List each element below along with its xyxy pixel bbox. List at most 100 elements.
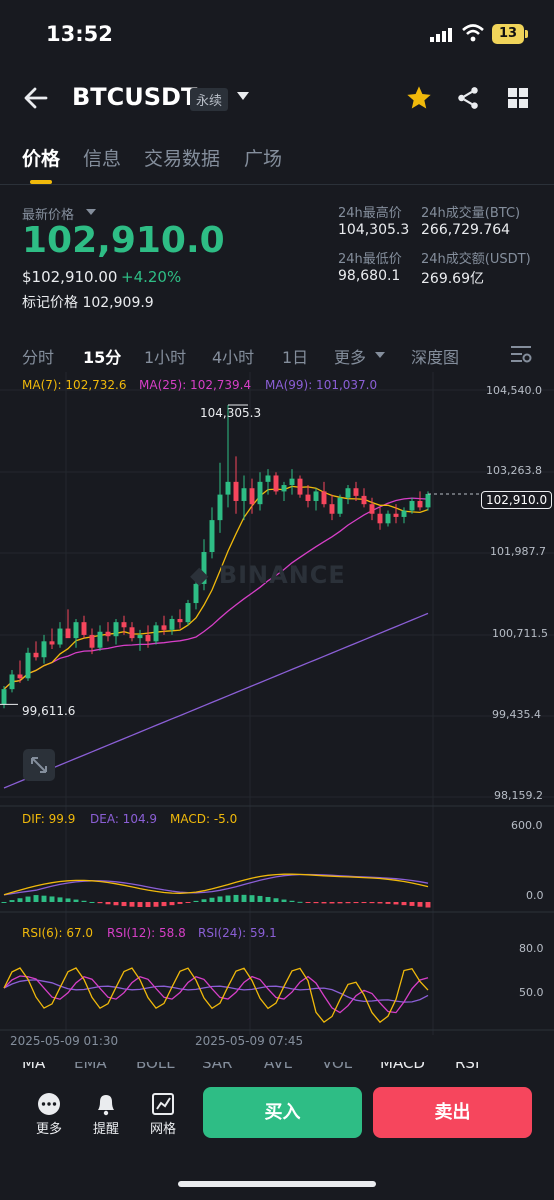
more-label[interactable]: 更多 [29,1118,69,1137]
candle-body [17,674,23,679]
candle-body [385,513,391,524]
candle-body [257,481,263,505]
candle-body [217,494,223,521]
candle-body [409,500,415,511]
candle-body [417,500,423,508]
indicator-tab-macd[interactable]: MACD [380,1062,425,1072]
mark-price-label: 标记价格 [22,295,78,311]
candle-body [345,488,351,498]
macd-histogram-bar [209,897,215,902]
macd-histogram-bar [81,900,87,902]
macd-axis-label: 600.0 [511,819,543,832]
bell-icon[interactable] [93,1092,119,1116]
macd-histogram-bar [409,902,415,906]
macd-histogram-bar [297,901,303,903]
rsi-axis-label: 50.0 [519,986,544,999]
macd-histogram-bar [57,897,63,902]
last-price: 102,910.0 [22,220,225,261]
ma99-legend: MA(99): 101,037.0 [265,378,378,392]
interval-more[interactable]: 更多 [334,344,366,368]
indicator-tab-sar[interactable]: SAR [202,1062,232,1072]
indicator-tab-vol[interactable]: VOL [322,1062,352,1072]
expand-icon[interactable] [23,749,55,781]
macd-histogram-bar [9,900,15,902]
more-icon[interactable] [36,1092,62,1116]
macd-histogram-bar [417,902,423,907]
interval-4h[interactable]: 4小时 [212,344,254,368]
macd-histogram-bar [329,902,335,904]
candle-body [145,634,151,642]
ma99-line [3,612,429,789]
price-chart[interactable] [0,370,554,1060]
candle-body [249,488,255,505]
mark-price-value: 102,909.9 [82,295,154,311]
symbol-title[interactable]: BTCUSDT [72,83,197,111]
share-icon[interactable] [455,85,481,111]
interval-15m[interactable]: 15分 [83,344,121,368]
tab-trading-data[interactable]: 交易数据 [144,144,220,171]
candle-body [57,628,63,645]
interval-1h[interactable]: 1小时 [144,344,186,368]
macd-histogram-bar [361,902,367,904]
candle-body [129,627,135,639]
macd-histogram-bar [33,895,39,902]
indicator-tabs: MA EMA BOLL SAR AVL VOL MACD RSI [0,1062,554,1076]
tab-square[interactable]: 广场 [244,144,282,171]
candle-body [153,625,159,642]
macd-histogram-bar [385,902,391,904]
grid-trading-icon[interactable] [150,1092,176,1116]
macd-histogram-bar [201,899,207,902]
high-24h-label: 24h最高价 [338,206,402,221]
vol-usdt-label: 24h成交额(USDT) [421,252,531,267]
macd-histogram-bar [193,900,199,902]
dif-line [3,873,429,896]
macd-histogram-bar [185,902,191,903]
macd-histogram-bar [305,902,311,903]
grid-menu-icon[interactable] [506,86,530,110]
cellular-signal-icon [430,28,452,42]
macd-legend: MACD: -5.0 [170,812,238,826]
chevron-down-icon[interactable] [237,92,249,100]
candle-body [73,622,79,639]
depth-chart-tab[interactable]: 深度图 [411,344,459,368]
macd-histogram-bar [177,902,183,904]
candle-body [265,475,271,482]
alert-label[interactable]: 提醒 [86,1118,126,1137]
grid-label[interactable]: 网格 [143,1118,183,1137]
price-axis-label: 99,435.4 [492,708,541,721]
buy-button[interactable]: 买入 [203,1087,362,1138]
indicator-tab-ma[interactable]: MA [22,1062,45,1072]
back-arrow-icon[interactable] [22,84,50,112]
interval-line[interactable]: 分时 [22,344,54,368]
candle-body [337,497,343,514]
indicator-tab-rsi[interactable]: RSI [455,1062,479,1072]
macd-histogram-bar [65,898,71,902]
macd-histogram-bar [145,902,151,908]
candle-body [169,618,175,630]
indicator-tab-ema[interactable]: EMA [74,1062,107,1072]
indicator-tab-boll[interactable]: BOLL [136,1062,175,1072]
tab-price[interactable]: 价格 [22,144,60,171]
more-caret-icon[interactable] [375,352,385,358]
macd-histogram-bar [153,902,159,907]
candle-body [185,603,191,623]
interval-1d[interactable]: 1日 [282,344,308,368]
candle-body [321,491,327,505]
indicator-tab-avl[interactable]: AVL [264,1062,292,1072]
candle-body [81,622,87,635]
binance-watermark: ◆ BINANCE [190,561,346,589]
divider [0,184,554,185]
candle-body [1,689,7,705]
chart-settings-icon[interactable] [510,344,532,364]
favorite-star-icon[interactable] [405,84,433,112]
macd-histogram-bar [273,898,279,902]
rsi12-legend: RSI(12): 58.8 [107,926,186,940]
sell-button[interactable]: 卖出 [373,1087,532,1138]
ma7-legend: MA(7): 102,732.6 [22,378,127,392]
candle-body [161,625,167,630]
tab-info[interactable]: 信息 [83,144,121,171]
battery-level: 13 [492,24,524,44]
rsi24-legend: RSI(24): 59.1 [198,926,277,940]
vol-btc-label: 24h成交量(BTC) [421,206,521,221]
price-type-caret-icon[interactable] [86,209,96,215]
